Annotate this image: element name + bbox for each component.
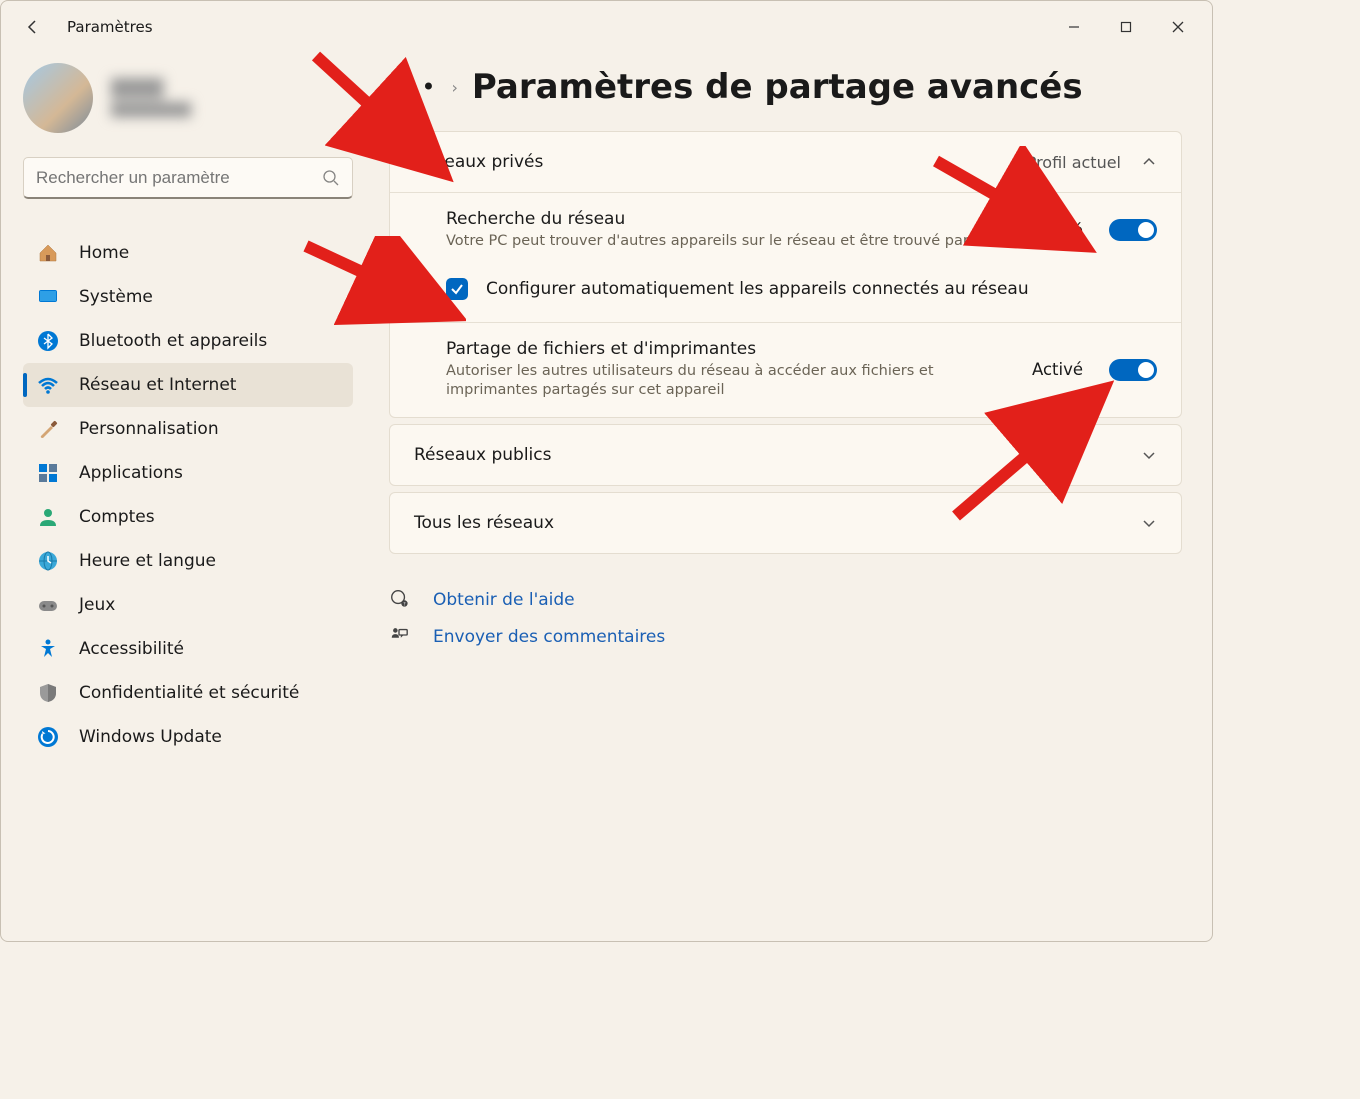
- search-input[interactable]: [36, 168, 322, 188]
- profile-email: ████████: [111, 103, 191, 118]
- help-label: Obtenir de l'aide: [433, 590, 575, 610]
- nav-games[interactable]: Jeux: [23, 583, 353, 627]
- nav-home[interactable]: Home: [23, 231, 353, 275]
- nav-apps[interactable]: Applications: [23, 451, 353, 495]
- nav-privacy[interactable]: Confidentialité et sécurité: [23, 671, 353, 715]
- panel-public-networks: Réseaux publics: [389, 424, 1182, 486]
- toggle-network-discovery[interactable]: [1109, 219, 1157, 241]
- profile-name: ████: [111, 79, 191, 99]
- nav-label: Système: [79, 287, 153, 307]
- gamepad-icon: [37, 594, 59, 616]
- row-subtitle: Autoriser les autres utilisateurs du rés…: [446, 362, 1016, 401]
- panel-title: Tous les réseaux: [414, 513, 554, 533]
- user-profile[interactable]: ████ ████████: [23, 63, 353, 133]
- update-icon: [37, 726, 59, 748]
- breadcrumb: ••• › Paramètres de partage avancés: [389, 67, 1182, 107]
- checkbox-autoconfig[interactable]: [446, 278, 468, 300]
- bluetooth-icon: [37, 330, 59, 352]
- panel-header-all[interactable]: Tous les réseaux: [390, 493, 1181, 553]
- panel-title: Réseaux privés: [414, 152, 543, 172]
- apps-icon: [37, 462, 59, 484]
- page-title: Paramètres de partage avancés: [472, 67, 1083, 107]
- avatar: [23, 63, 93, 133]
- chevron-right-icon: ›: [451, 78, 457, 97]
- nav-label: Réseau et Internet: [79, 375, 236, 395]
- globe-icon: [37, 550, 59, 572]
- get-help-link[interactable]: ? Obtenir de l'aide: [389, 582, 1182, 619]
- nav-label: Jeux: [79, 595, 115, 615]
- toggle-state: Activé: [1032, 360, 1083, 379]
- nav-label: Heure et langue: [79, 551, 216, 571]
- nav-label: Windows Update: [79, 727, 222, 747]
- wifi-icon: [37, 374, 59, 396]
- profile-tag: Profil actuel: [1027, 153, 1121, 172]
- nav-label: Home: [79, 243, 129, 263]
- person-icon: [37, 506, 59, 528]
- nav-accessibility[interactable]: Accessibilité: [23, 627, 353, 671]
- nav-system[interactable]: Système: [23, 275, 353, 319]
- nav-update[interactable]: Windows Update: [23, 715, 353, 759]
- back-button[interactable]: [13, 7, 53, 47]
- toggle-state: Activé: [1032, 221, 1083, 240]
- panel-all-networks: Tous les réseaux: [389, 492, 1182, 554]
- row-autoconfig: Configurer automatiquement les appareils…: [390, 268, 1181, 322]
- row-subtitle: Votre PC peut trouver d'autres appareils…: [446, 232, 1016, 252]
- shield-icon: [37, 682, 59, 704]
- close-button[interactable]: [1152, 7, 1204, 47]
- panel-header-public[interactable]: Réseaux publics: [390, 425, 1181, 485]
- row-file-sharing: Partage de fichiers et d'imprimantes Aut…: [390, 322, 1181, 417]
- nav-label: Accessibilité: [79, 639, 184, 659]
- help-icon: ?: [389, 588, 411, 613]
- search-box[interactable]: [23, 157, 353, 199]
- chevron-up-icon: [1141, 154, 1157, 170]
- nav-label: Applications: [79, 463, 183, 483]
- nav-personalization[interactable]: Personnalisation: [23, 407, 353, 451]
- nav-network[interactable]: Réseau et Internet: [23, 363, 353, 407]
- nav-accounts[interactable]: Comptes: [23, 495, 353, 539]
- panel-private-networks: Réseaux privés Profil actuel Recherche d…: [389, 131, 1182, 418]
- help-label: Envoyer des commentaires: [433, 627, 665, 647]
- accessibility-icon: [37, 638, 59, 660]
- nav-label: Personnalisation: [79, 419, 219, 439]
- system-icon: [37, 286, 59, 308]
- row-network-discovery: Recherche du réseau Votre PC peut trouve…: [390, 192, 1181, 268]
- row-title: Recherche du réseau: [446, 209, 1016, 229]
- panel-title: Réseaux publics: [414, 445, 552, 465]
- nav-label: Bluetooth et appareils: [79, 331, 267, 351]
- breadcrumb-more-icon[interactable]: •••: [389, 75, 437, 99]
- minimize-button[interactable]: [1048, 7, 1100, 47]
- toggle-file-sharing[interactable]: [1109, 359, 1157, 381]
- nav-bluetooth[interactable]: Bluetooth et appareils: [23, 319, 353, 363]
- row-title: Partage de fichiers et d'imprimantes: [446, 339, 1016, 359]
- feedback-icon: [389, 625, 411, 650]
- chevron-down-icon: [1141, 447, 1157, 463]
- brush-icon: [37, 418, 59, 440]
- feedback-link[interactable]: Envoyer des commentaires: [389, 619, 1182, 656]
- search-icon: [322, 169, 340, 187]
- checkbox-label: Configurer automatiquement les appareils…: [486, 279, 1029, 299]
- home-icon: [37, 242, 59, 264]
- nav-label: Comptes: [79, 507, 155, 527]
- app-title: Paramètres: [67, 18, 153, 36]
- nav-time[interactable]: Heure et langue: [23, 539, 353, 583]
- panel-header-private[interactable]: Réseaux privés Profil actuel: [390, 132, 1181, 192]
- maximize-button[interactable]: [1100, 7, 1152, 47]
- chevron-down-icon: [1141, 515, 1157, 531]
- nav-label: Confidentialité et sécurité: [79, 683, 299, 703]
